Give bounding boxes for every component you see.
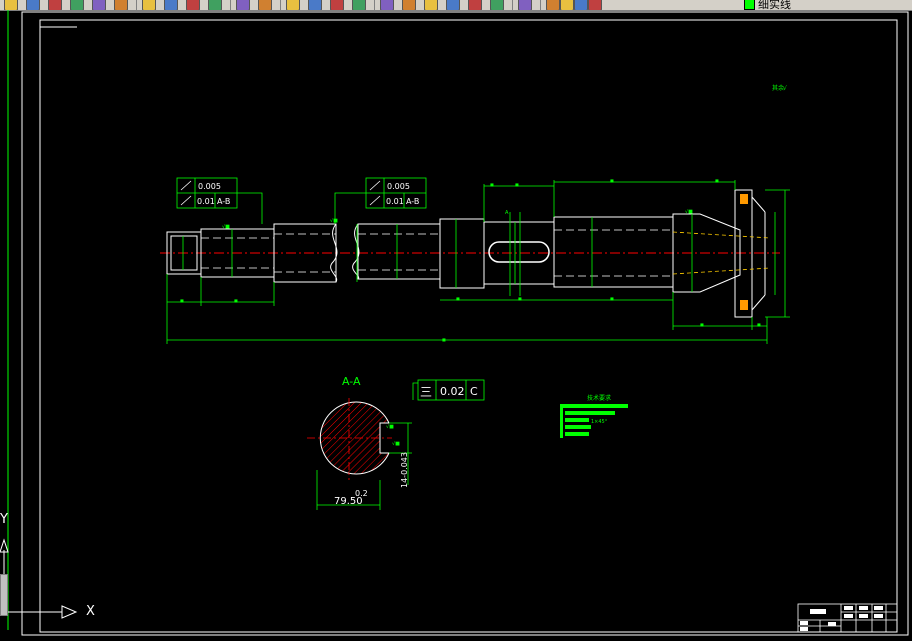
section-view xyxy=(307,398,392,480)
svg-text:■: ■ xyxy=(234,298,238,303)
svg-text:■: ■ xyxy=(456,296,460,301)
section-depth-dim: 0.2 xyxy=(355,489,368,498)
dimension-values: ■ ■ ■ ■ ■ ■ ■ ■ ■ ■ ■ ■ xyxy=(180,178,761,342)
drawing-svg: 其余 √ ■ ■ ■ ■ ■ ■ ■ ■ ■ ■ ■ ■ √■ √■ √■ A … xyxy=(0,10,909,636)
svg-text:√■: √■ xyxy=(392,441,400,447)
ucs-x-label: X xyxy=(86,604,95,619)
toolbar-separator xyxy=(280,0,281,10)
svg-text:■: ■ xyxy=(442,337,446,342)
toolbar-separator xyxy=(230,0,231,10)
tol1-value2: 0.01 xyxy=(197,197,215,206)
corner-roughness-symbol: √ xyxy=(783,85,787,92)
tol1-datum: A-B xyxy=(217,197,230,206)
dimension-lines xyxy=(166,180,790,344)
tol2-value: 0.005 xyxy=(387,182,410,191)
toolbar-separator xyxy=(374,0,375,10)
svg-text:■: ■ xyxy=(610,296,614,301)
tol2-value2: 0.01 xyxy=(386,197,404,206)
toolbar-separator xyxy=(512,0,513,10)
svg-text:■: ■ xyxy=(610,178,614,183)
svg-text:A: A xyxy=(505,210,509,216)
tol2-datum: A-B xyxy=(406,197,419,206)
svg-text:■: ■ xyxy=(757,322,761,327)
keyway-slot xyxy=(488,241,550,263)
viewport-tab[interactable] xyxy=(0,574,8,616)
ucs-y-label: Y xyxy=(0,512,8,527)
svg-text:√■: √■ xyxy=(222,224,230,230)
section-tol-value: 0.02 xyxy=(440,385,465,398)
svg-text:√■: √■ xyxy=(685,209,693,215)
section-tolerance-frame: 三 0.02 C xyxy=(417,379,485,401)
svg-text:■: ■ xyxy=(518,296,522,301)
sheet-inner-border xyxy=(39,19,898,633)
section-tol-datum: C xyxy=(470,385,478,398)
svg-text:■: ■ xyxy=(180,298,184,303)
section-title: A-A xyxy=(342,375,361,388)
svg-text:■: ■ xyxy=(700,322,704,327)
toolbar-separator xyxy=(136,0,137,10)
section-tol-symbol: 三 xyxy=(420,385,432,399)
layer-color-swatch[interactable] xyxy=(744,0,755,10)
tol1-value: 0.005 xyxy=(198,182,221,191)
svg-text:√■: √■ xyxy=(386,424,394,430)
tech-note-3: 1×45° xyxy=(591,419,608,425)
svg-text:√■: √■ xyxy=(330,218,338,224)
svg-text:■: ■ xyxy=(490,182,494,187)
flange-details xyxy=(740,194,748,310)
svg-text:■: ■ xyxy=(515,182,519,187)
tolerance-frame-1: 0.005 0.01 A-B xyxy=(176,177,263,224)
section-keyway-dim: 14-0.043 xyxy=(400,452,409,488)
drawing-canvas[interactable]: 其余 √ ■ ■ ■ ■ ■ ■ ■ ■ ■ ■ ■ ■ √■ √■ √■ A … xyxy=(0,10,912,637)
tolerance-frame-2: 0.005 0.01 A-B xyxy=(334,177,427,224)
tech-requirements-title: 技术要求 xyxy=(587,394,611,402)
svg-text:■: ■ xyxy=(715,178,719,183)
toolbar-separator xyxy=(540,0,541,10)
title-block-text xyxy=(800,606,883,631)
section-roughness: √■ √■ xyxy=(386,424,400,447)
ucs-icon xyxy=(0,538,78,619)
sheet-outer-border xyxy=(21,11,909,636)
